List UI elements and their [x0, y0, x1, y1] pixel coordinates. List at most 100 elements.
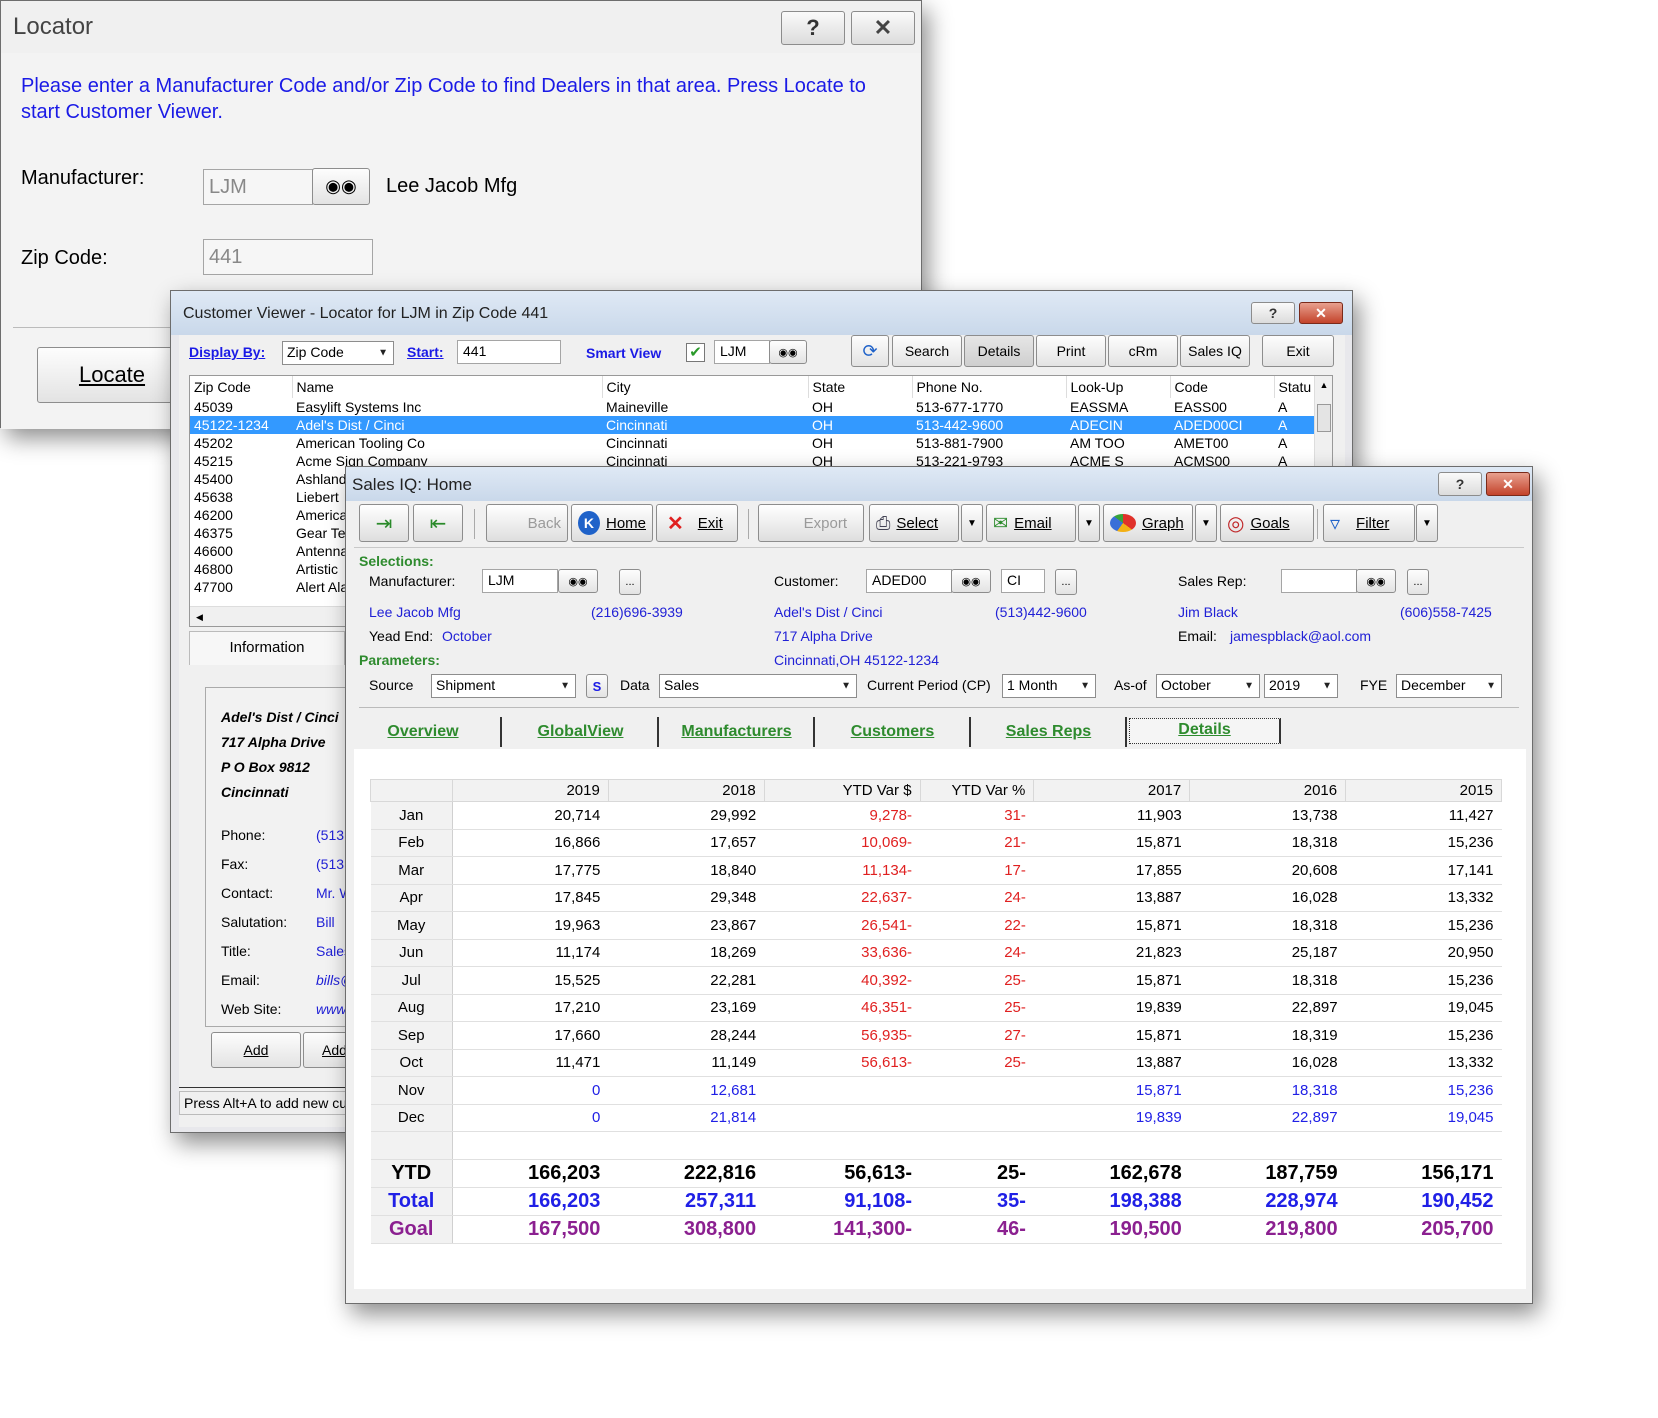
exit-button[interactable]: ✕ Exit [656, 504, 738, 542]
select-button[interactable]: ⎙ Select [869, 504, 959, 542]
customer-input[interactable]: ADED00 [866, 569, 952, 593]
refresh-button[interactable]: ⟳ [851, 335, 889, 367]
column-header[interactable]: Look-Up [1066, 376, 1171, 398]
help-button[interactable]: ? [781, 11, 845, 45]
customer-suffix-input[interactable]: CI [1001, 569, 1045, 593]
filter-button[interactable]: ▿ Filter [1323, 504, 1415, 542]
column-header[interactable]: Zip Code [190, 376, 293, 398]
tab-customers[interactable]: Customers [816, 717, 971, 747]
tab-overview[interactable]: Overview [346, 717, 502, 747]
manufacturer-name[interactable]: Lee Jacob Mfg [369, 604, 461, 620]
manufacturer-phone: (216)696-3939 [591, 604, 683, 620]
manufacturer-input[interactable]: LJM [482, 569, 558, 593]
add-button[interactable]: Add [211, 1032, 301, 1068]
sales-rep-input[interactable] [1281, 569, 1357, 593]
data-select[interactable]: Sales [659, 674, 857, 698]
column-header[interactable]: 2017 [1033, 779, 1191, 802]
salesiq-close-button[interactable]: ✕ [1486, 472, 1530, 496]
information-tab[interactable]: Information [189, 631, 345, 665]
table-cell: 11,174 [452, 939, 609, 967]
table-cell: 46- [920, 1215, 1034, 1244]
column-header[interactable]: 2019 [451, 779, 609, 802]
column-header[interactable]: City [602, 376, 809, 398]
search-button[interactable]: Search [892, 335, 962, 367]
smart-view-input[interactable]: LJM [714, 340, 770, 364]
fye-select[interactable]: December [1396, 674, 1502, 698]
viewer-exit-button[interactable]: Exit [1262, 335, 1334, 367]
table-row[interactable]: 45202 American Tooling Co Cincinnati OH 513-… [190, 434, 1314, 452]
import-button[interactable]: ⇥ [359, 504, 409, 542]
table-cell: 0 [452, 1076, 609, 1105]
scroll-thumb[interactable] [1317, 404, 1331, 432]
tab-details[interactable]: Details [1129, 718, 1281, 744]
filter-dropdown[interactable]: ▼ [1416, 504, 1438, 542]
column-header[interactable]: Name [292, 376, 603, 398]
zip-field[interactable]: 441 [203, 239, 373, 275]
table-cell: 15,236 [1345, 1021, 1502, 1050]
select-dropdown[interactable]: ▼ [961, 504, 983, 542]
customer-more-button[interactable]: ... [1055, 569, 1077, 595]
goals-button[interactable]: ◎ Goals [1220, 504, 1314, 542]
sales-rep-name[interactable]: Jim Black [1178, 604, 1238, 620]
table-row[interactable]: 45039 Easylift Systems Inc Maineville OH 513… [190, 398, 1314, 416]
manufacturer-field[interactable]: LJM [203, 169, 313, 205]
filter-label: Filter [1356, 514, 1390, 532]
column-header[interactable]: YTD Var $ [763, 779, 921, 802]
tab-manufacturers[interactable]: Manufacturers [660, 717, 815, 747]
manufacturer-more-button[interactable]: ... [619, 569, 641, 595]
print-button[interactable]: Print [1036, 335, 1106, 367]
column-header[interactable]: Phone No. [912, 376, 1067, 398]
crm-button[interactable]: cRm [1108, 335, 1178, 367]
home-button[interactable]: K Home [571, 504, 653, 542]
table-cell: 513-881-7900 [916, 435, 1004, 451]
table-cell: 25- [920, 966, 1034, 995]
column-header[interactable]: 2016 [1189, 779, 1347, 802]
viewer-help-button[interactable]: ? [1251, 302, 1295, 324]
rep-email-value[interactable]: jamespblack@aol.com [1230, 628, 1371, 644]
source-s-button[interactable]: S [586, 674, 608, 698]
table-cell: 47700 [194, 579, 233, 595]
source-select[interactable]: Shipment [431, 674, 576, 698]
table-row[interactable]: 45122-1234 Adel's Dist / Cinci Cincinnati O… [190, 416, 1314, 434]
sales-rep-more-button[interactable]: ... [1407, 569, 1429, 595]
details-button[interactable]: Details [964, 335, 1034, 367]
sales-rep-lookup[interactable]: ◉◉ [1356, 569, 1396, 593]
smart-view-lookup-button[interactable]: ◉◉ [769, 340, 807, 364]
start-input[interactable]: 441 [457, 340, 561, 364]
manufacturer-name: Lee Jacob Mfg [386, 175, 518, 197]
email-button[interactable]: ✉ Email [986, 504, 1076, 542]
viewer-close-button[interactable]: ✕ [1299, 302, 1343, 324]
customer-name[interactable]: Adel's Dist / Cinci [774, 604, 882, 620]
tab-globalview[interactable]: GlobalView [504, 717, 659, 747]
column-header[interactable] [370, 779, 453, 802]
manufacturer-lookup-button[interactable]: ◉◉ [312, 168, 370, 205]
sales-rep-phone: (606)558-7425 [1400, 604, 1492, 620]
export-button[interactable]: Export [758, 504, 864, 542]
graph-dropdown[interactable]: ▼ [1195, 504, 1217, 542]
email-dropdown[interactable]: ▼ [1078, 504, 1100, 542]
column-header[interactable]: State [808, 376, 913, 398]
column-header[interactable]: 2018 [607, 779, 765, 802]
column-header[interactable]: Statu [1274, 376, 1315, 398]
column-header[interactable]: YTD Var % [919, 779, 1035, 802]
salesiq-help-button[interactable]: ? [1438, 472, 1482, 496]
locate-button[interactable]: Locate [37, 347, 187, 403]
manufacturer-lookup[interactable]: ◉◉ [558, 569, 598, 593]
column-header[interactable]: Code [1170, 376, 1275, 398]
column-header[interactable]: 2015 [1345, 779, 1502, 802]
table-cell: 18,318 [1189, 966, 1346, 995]
table-cell: 29,348 [608, 884, 765, 912]
current-period-select[interactable]: 1 Month [1002, 674, 1096, 698]
close-button[interactable]: ✕ [851, 11, 915, 45]
as-of-year-select[interactable]: 2019 [1264, 674, 1338, 698]
salesiq-button[interactable]: Sales IQ [1180, 335, 1250, 367]
address-line-3: P O Box 9812 [221, 759, 310, 775]
display-by-select[interactable]: Zip Code [282, 341, 394, 365]
tab-sales-reps[interactable]: Sales Reps [972, 717, 1127, 747]
smart-view-checkbox[interactable]: ✔ [686, 343, 705, 362]
export-list-button[interactable]: ⇤ [413, 504, 463, 542]
as-of-month-select[interactable]: October [1156, 674, 1260, 698]
customer-lookup[interactable]: ◉◉ [951, 569, 991, 593]
back-button[interactable]: Back [486, 504, 568, 542]
graph-button[interactable]: Graph [1103, 504, 1193, 542]
